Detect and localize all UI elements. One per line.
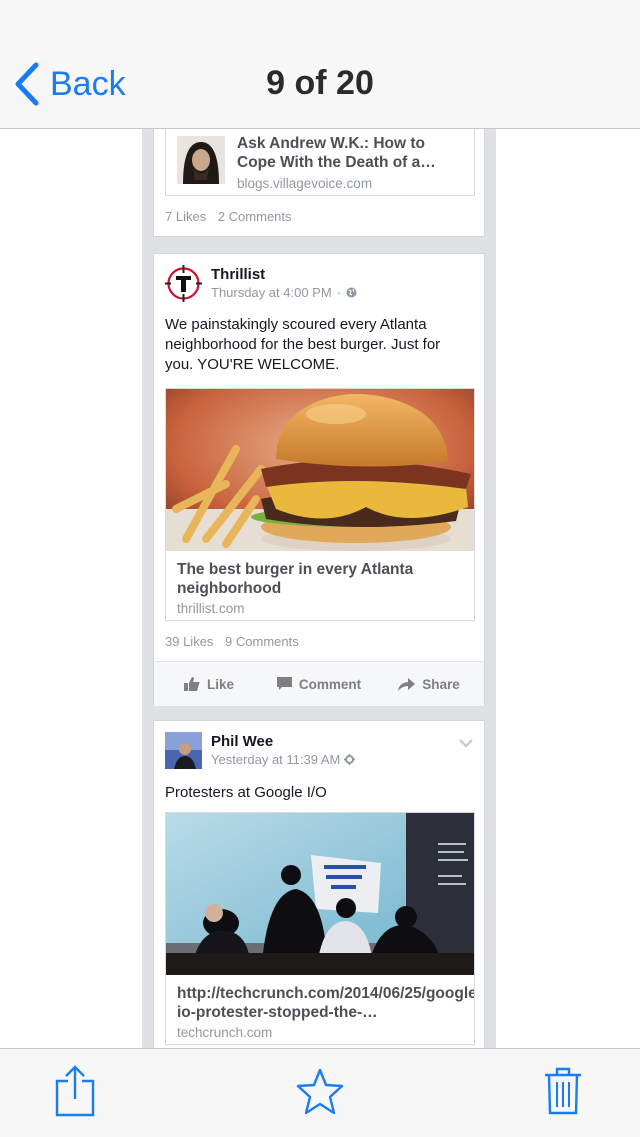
link-preview[interactable]: http://techcrunch.com/2014/06/25/google-…	[165, 812, 475, 1045]
comments-count[interactable]: 2 Comments	[218, 209, 292, 224]
author-name[interactable]: Phil Wee	[211, 733, 273, 750]
post-stats: 7 Likes 2 Comments	[165, 209, 300, 224]
post-timestamp: Yesterday at 11:39 AM	[211, 752, 356, 767]
like-button[interactable]: Like	[154, 677, 264, 692]
post-actions: Like Comment Share	[154, 661, 484, 706]
post-card-3: Phil Wee Yesterday at 11:39 AM Protester…	[153, 720, 485, 1048]
delete-button[interactable]	[545, 1067, 581, 1120]
likes-count[interactable]: 39 Likes	[165, 634, 213, 649]
post-timestamp: Thursday at 4:00 PM ·	[211, 285, 357, 300]
link-domain: blogs.villagevoice.com	[237, 176, 373, 191]
link-title: http://techcrunch.com/2014/06/25/google-…	[177, 985, 475, 1021]
link-title: The best burger in every Atlanta neighbo…	[177, 561, 414, 597]
star-icon	[296, 1068, 344, 1115]
avatar[interactable]	[165, 732, 202, 769]
chevron-down-icon[interactable]	[459, 739, 473, 748]
favorite-button[interactable]	[295, 1067, 345, 1122]
share-icon	[55, 1065, 95, 1117]
link-preview[interactable]: The best burger in every Atlanta neighbo…	[165, 388, 475, 621]
comments-count[interactable]: 9 Comments	[225, 634, 299, 649]
share-label: Share	[422, 676, 460, 692]
post-text: Protesters at Google I/O	[165, 784, 327, 801]
post-text: We painstakingly scoured every Atlanta n…	[165, 316, 441, 373]
share-button[interactable]	[54, 1065, 96, 1122]
timestamp-text: Thursday at 4:00 PM	[211, 285, 332, 300]
bottom-toolbar	[0, 1048, 640, 1137]
gear-icon	[344, 754, 356, 765]
link-title: Ask Andrew W.K.: How to Cope With the De…	[237, 135, 436, 171]
author-name[interactable]: Thrillist	[211, 266, 265, 283]
link-domain: techcrunch.com	[177, 1025, 273, 1040]
thumbs-up-icon	[183, 677, 200, 691]
comment-label: Comment	[298, 676, 362, 692]
comment-icon	[276, 677, 292, 690]
post-stats: 39 Likes 9 Comments	[165, 634, 307, 649]
like-label: Like	[206, 676, 234, 692]
link-domain: thrillist.com	[177, 601, 245, 616]
link-image-protest	[166, 813, 474, 975]
post-card-1: Ask Andrew W.K.: How to Cope With the De…	[153, 128, 485, 237]
likes-count[interactable]: 7 Likes	[165, 209, 206, 224]
timestamp-text: Yesterday at 11:39 AM	[211, 752, 341, 767]
post-card-2: Thrillist Thursday at 4:00 PM · We pains…	[153, 253, 485, 706]
trash-icon	[545, 1067, 581, 1115]
avatar[interactable]	[165, 265, 202, 302]
link-thumbnail	[177, 136, 225, 184]
comment-button[interactable]: Comment	[264, 677, 374, 692]
globe-icon	[346, 287, 357, 298]
link-image-burger	[166, 389, 474, 551]
nav-bar: Back 9 of 20	[0, 0, 640, 129]
link-preview[interactable]: Ask Andrew W.K.: How to Cope With the De…	[165, 128, 475, 196]
share-button[interactable]: Share	[374, 677, 484, 692]
separator-dot: ·	[336, 285, 342, 300]
content-preview[interactable]: Ask Andrew W.K.: How to Cope With the De…	[142, 128, 496, 1048]
share-arrow-icon	[398, 677, 416, 691]
page-title: 9 of 20	[266, 64, 374, 102]
